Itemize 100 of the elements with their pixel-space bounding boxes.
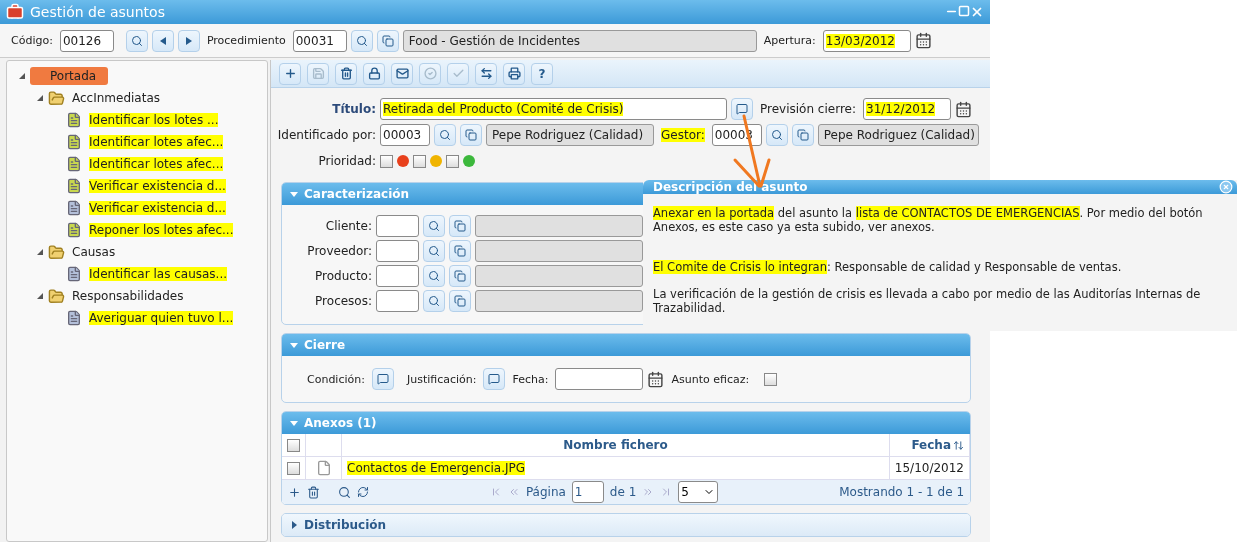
search-icon xyxy=(338,485,351,499)
expand-toggle-icon[interactable] xyxy=(35,93,45,103)
search-button[interactable] xyxy=(423,240,445,262)
search-button[interactable] xyxy=(765,124,788,146)
tree-item[interactable]: Portada xyxy=(30,67,109,85)
date-field[interactable]: 13/03/2012 xyxy=(822,29,911,52)
code-field[interactable]: 00126 xyxy=(59,29,114,52)
section-header[interactable]: Distribución xyxy=(282,514,970,536)
folder-icon xyxy=(48,243,65,261)
speech-bubble-icon xyxy=(376,373,389,385)
search-button[interactable] xyxy=(423,290,445,312)
toolbar-button[interactable] xyxy=(335,62,357,85)
toolbar-button[interactable] xyxy=(503,62,525,85)
checkbox[interactable] xyxy=(764,372,778,386)
open-button[interactable] xyxy=(791,124,814,146)
previous-button[interactable] xyxy=(151,29,174,52)
description-paragraph: La verificación de la gestión de crisis es llevada a cabo por medio de las Auditorías Internas de Trazabilidad. xyxy=(653,287,1202,315)
checkbox[interactable] xyxy=(287,438,300,452)
name-field: Pepe Rodriguez (Calidad) xyxy=(817,124,979,146)
code-field[interactable] xyxy=(376,290,419,312)
printer-icon xyxy=(507,67,521,80)
folder-icon xyxy=(48,89,65,107)
tree-item[interactable]: AccInmediatas xyxy=(68,89,165,107)
search-button[interactable] xyxy=(423,215,445,237)
page-field[interactable]: 1 xyxy=(571,481,604,503)
file-icon xyxy=(315,460,332,476)
window-title: Gestión de asuntos xyxy=(30,4,166,20)
column-header[interactable]: Nombre fichero xyxy=(563,438,668,452)
calendar-icon[interactable] xyxy=(955,100,972,118)
search-icon xyxy=(428,220,440,232)
expand-toggle-icon[interactable] xyxy=(35,291,45,301)
checkbox[interactable] xyxy=(287,461,300,475)
search-icon xyxy=(428,270,440,282)
windows-icon xyxy=(454,270,466,282)
collapse-icon xyxy=(290,341,298,349)
toolbar-button[interactable] xyxy=(391,62,413,85)
field-label: Procedimiento xyxy=(205,34,287,47)
table-cell: 15/10/2012 xyxy=(894,461,964,475)
field-label: Código: xyxy=(10,34,54,47)
search-button[interactable] xyxy=(434,124,456,146)
field-label: Justificación: xyxy=(405,372,478,386)
title-field[interactable]: Retirada del Producto (Comité de Crisis) xyxy=(380,98,727,120)
code-field[interactable] xyxy=(376,265,419,287)
help-button[interactable]: ? xyxy=(531,62,553,85)
search-button[interactable] xyxy=(350,29,373,52)
open-button[interactable] xyxy=(460,124,482,146)
sort-icon xyxy=(953,439,964,451)
checkbox[interactable] xyxy=(380,154,393,168)
close-icon[interactable] xyxy=(970,5,984,19)
add-icon xyxy=(283,67,297,80)
trash-icon xyxy=(339,67,353,80)
open-button[interactable] xyxy=(376,29,399,52)
tree-item[interactable]: Responsabilidades xyxy=(68,287,188,305)
right-triangle-icon xyxy=(185,36,192,45)
speech-bubble-icon xyxy=(488,373,501,385)
windows-icon xyxy=(454,245,466,257)
mail-icon xyxy=(395,67,409,80)
calendar-icon[interactable] xyxy=(647,370,665,388)
windows-icon xyxy=(796,129,809,141)
checkbox[interactable] xyxy=(413,154,426,168)
field-label: Apertura: xyxy=(762,34,817,47)
left-triangle-icon xyxy=(159,36,166,45)
field-label: Proveedor: xyxy=(306,244,372,258)
toolbar-button[interactable] xyxy=(279,62,301,85)
field-label: Título: xyxy=(331,102,376,116)
expand-toggle-icon[interactable] xyxy=(35,247,45,257)
comment-button[interactable] xyxy=(371,368,394,390)
open-button[interactable] xyxy=(449,240,471,262)
search-button[interactable] xyxy=(125,29,148,52)
open-button[interactable] xyxy=(449,215,471,237)
column-header[interactable]: Fecha xyxy=(911,438,951,452)
tree-item[interactable]: Causas xyxy=(68,243,120,261)
code-field[interactable] xyxy=(376,240,419,262)
windows-icon xyxy=(454,295,466,307)
code-field[interactable]: 00003 xyxy=(380,124,430,146)
calendar-icon[interactable] xyxy=(914,32,932,49)
expand-toggle-icon[interactable] xyxy=(17,71,27,81)
speech-bubble-icon xyxy=(736,103,748,115)
date-field[interactable]: 31/12/2012 xyxy=(863,98,951,120)
field-label: Identificado por: xyxy=(276,128,376,142)
close-icon[interactable] xyxy=(1219,180,1233,194)
search-button[interactable] xyxy=(423,265,445,287)
comment-button[interactable] xyxy=(731,98,753,120)
code-field[interactable] xyxy=(376,215,419,237)
open-button[interactable] xyxy=(449,290,471,312)
code-field[interactable]: 00031 xyxy=(292,29,347,52)
maximize-icon[interactable] xyxy=(958,5,970,17)
date-field[interactable] xyxy=(555,368,644,390)
next-button[interactable] xyxy=(177,29,200,52)
page-size-select[interactable]: 5 xyxy=(678,481,719,503)
search-icon xyxy=(770,129,783,141)
checkbox[interactable] xyxy=(446,154,459,168)
toolbar-button[interactable] xyxy=(475,62,497,85)
field-label: Fecha: xyxy=(511,372,550,386)
refresh-icon xyxy=(357,486,369,498)
check-icon xyxy=(451,67,465,80)
open-button[interactable] xyxy=(449,265,471,287)
toolbar-button[interactable] xyxy=(363,62,385,85)
comment-button[interactable] xyxy=(483,368,506,390)
search-icon xyxy=(439,129,451,141)
